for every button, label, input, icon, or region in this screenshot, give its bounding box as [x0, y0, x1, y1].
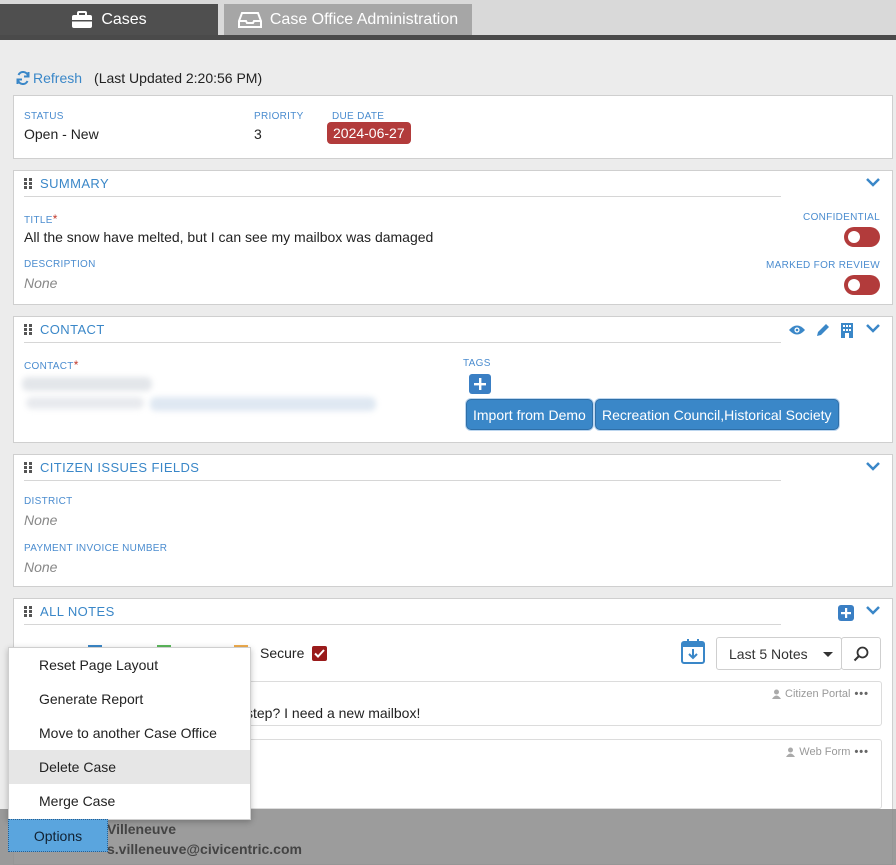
- tab-case-office-administration[interactable]: Case Office Administration: [224, 4, 472, 36]
- status-panel: STATUS Open - New PRIORITY 3 DUE DATE 20…: [13, 95, 893, 159]
- inbox-icon: [237, 12, 262, 28]
- tags-label: TAGS: [463, 358, 491, 369]
- notes-count-select[interactable]: Last 5 Notes: [716, 637, 842, 670]
- contact-title: CONTACT: [40, 322, 105, 337]
- note-source: Citizen Portal •••: [772, 688, 869, 700]
- due-date-badge: 2024-06-27: [327, 122, 411, 144]
- chevron-down-icon[interactable]: [866, 605, 880, 615]
- tab-cases-label: Cases: [101, 11, 147, 28]
- more-icon[interactable]: •••: [854, 746, 869, 758]
- bottom-contact-email: s.villeneuve@civicentric.com: [107, 841, 302, 857]
- tag-recreation-council[interactable]: Recreation Council,Historical Society: [595, 399, 839, 430]
- contact-name-redacted: [22, 377, 152, 391]
- contact-actions: [788, 322, 854, 338]
- citizen-title: CITIZEN ISSUES FIELDS: [40, 460, 200, 475]
- menu-item-generate-report[interactable]: Generate Report: [9, 682, 250, 716]
- note-text: step? I need a new mailbox!: [246, 705, 421, 721]
- briefcase-icon: [72, 11, 93, 28]
- plus-icon: [474, 378, 486, 390]
- summary-panel: SUMMARY TITLE* All the snow have melted,…: [13, 170, 893, 305]
- drag-handle-icon[interactable]: [24, 462, 32, 473]
- menu-item-move-case-office[interactable]: Move to another Case Office: [9, 716, 250, 750]
- due-date-label: DUE DATE: [332, 111, 385, 122]
- search-icon: [853, 646, 869, 661]
- contact-label: CONTACT*: [24, 358, 79, 372]
- contact-header: CONTACT: [24, 317, 781, 343]
- description-label: DESCRIPTION: [24, 259, 96, 270]
- title-value: All the snow have melted, but I can see …: [24, 229, 434, 245]
- edge-glyph: ): [0, 58, 1, 74]
- status-label: STATUS: [24, 111, 64, 122]
- invoice-value: None: [24, 559, 58, 575]
- user-icon: [772, 689, 782, 699]
- title-label: TITLE*: [24, 212, 58, 226]
- confidential-toggle[interactable]: [844, 227, 880, 247]
- contact-panel: CONTACT CONTACT* TAGS Import from Demo R…: [13, 316, 893, 443]
- summary-header: SUMMARY: [24, 171, 781, 197]
- pencil-icon[interactable]: [815, 322, 831, 338]
- caret-down-icon: [823, 652, 833, 657]
- priority-label: PRIORITY: [254, 111, 304, 122]
- calendar-download-icon[interactable]: [681, 638, 705, 664]
- tab-bar-underline: [0, 35, 896, 40]
- priority-value: 3: [254, 126, 262, 142]
- citizen-header: CITIZEN ISSUES FIELDS: [24, 455, 781, 481]
- drag-handle-icon[interactable]: [24, 606, 32, 617]
- user-icon: [786, 747, 796, 757]
- note-source: Web Form •••: [786, 746, 869, 758]
- district-label: DISTRICT: [24, 496, 73, 507]
- drag-handle-icon[interactable]: [24, 178, 32, 189]
- notes-header: ALL NOTES: [24, 599, 781, 625]
- options-menu: Reset Page Layout Generate Report Move t…: [8, 647, 251, 820]
- notes-title: ALL NOTES: [40, 604, 115, 619]
- chevron-down-icon[interactable]: [866, 461, 880, 471]
- refresh-label: Refresh: [33, 70, 83, 86]
- citizen-issues-panel: CITIZEN ISSUES FIELDS DISTRICT None PAYM…: [13, 454, 893, 587]
- refresh-row: Refresh (Last Updated 2:20:56 PM): [16, 70, 262, 86]
- building-icon[interactable]: [840, 322, 854, 338]
- secure-filter: Secure: [260, 645, 328, 661]
- more-icon[interactable]: •••: [854, 688, 869, 700]
- top-tab-bar: Cases Case Office Administration: [0, 0, 896, 40]
- invoice-label: PAYMENT INVOICE NUMBER: [24, 543, 168, 554]
- eye-icon[interactable]: [788, 324, 806, 336]
- review-label: MARKED FOR REVIEW: [766, 260, 880, 271]
- summary-title: SUMMARY: [40, 176, 110, 191]
- district-value: None: [24, 512, 58, 528]
- tab-admin-label: Case Office Administration: [269, 11, 459, 28]
- add-tag-button[interactable]: [469, 374, 491, 394]
- chevron-down-icon[interactable]: [866, 177, 880, 187]
- last-updated-text: (Last Updated 2:20:56 PM): [94, 70, 263, 86]
- check-icon: [314, 648, 326, 658]
- tab-cases[interactable]: Cases: [0, 4, 218, 36]
- notes-count-value: Last 5 Notes: [729, 645, 808, 662]
- menu-item-delete-case[interactable]: Delete Case: [9, 750, 250, 784]
- menu-item-reset-page-layout[interactable]: Reset Page Layout: [9, 648, 250, 682]
- notes-search-button[interactable]: [841, 637, 881, 670]
- refresh-icon: [16, 71, 30, 85]
- menu-item-merge-case[interactable]: Merge Case: [9, 784, 250, 818]
- add-note-icon[interactable]: [838, 605, 854, 621]
- drag-handle-icon[interactable]: [24, 324, 32, 335]
- status-value: Open - New: [24, 126, 99, 142]
- bottom-contact-name: Villeneuve: [107, 821, 177, 837]
- tag-import-from-demo[interactable]: Import from Demo: [466, 399, 593, 430]
- contact-email-redacted: [150, 397, 376, 411]
- description-value: None: [24, 275, 58, 291]
- secure-checkbox[interactable]: [312, 645, 328, 661]
- chevron-down-icon[interactable]: [866, 323, 880, 333]
- secure-label: Secure: [260, 645, 305, 661]
- confidential-label: CONFIDENTIAL: [803, 212, 880, 223]
- review-toggle[interactable]: [844, 275, 880, 295]
- contact-detail-redacted: [26, 397, 144, 409]
- refresh-link[interactable]: Refresh: [16, 70, 82, 86]
- options-button[interactable]: Options: [8, 819, 108, 852]
